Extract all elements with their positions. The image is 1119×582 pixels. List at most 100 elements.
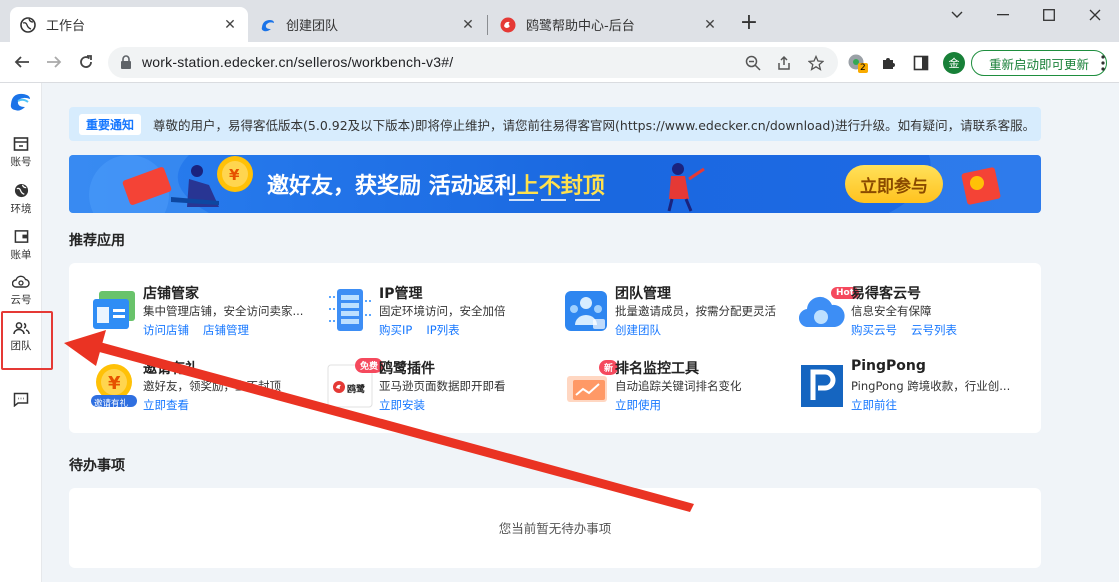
users-icon: [12, 321, 30, 334]
app-shop-manager[interactable]: 店铺管家 集中管理店铺，安全访问卖家... 访问店铺 店铺管理: [91, 281, 321, 343]
app-invite-gift[interactable]: ¥ 邀请有礼 邀请有礼 邀好友，领奖励，上不封顶 立即查看: [91, 356, 321, 418]
app-cloud-number[interactable]: Hot 易得客云号 信息安全有保障 购买云号 云号列表: [799, 281, 1029, 343]
important-notice: 重要通知 尊敬的用户，易得客低版本(5.0.92及以下版本)即将停止维护，请您前…: [69, 107, 1041, 141]
sidebar-item-messages[interactable]: [0, 379, 42, 423]
shop-manage-link[interactable]: 店铺管理: [203, 323, 249, 337]
tab-separator: [487, 15, 488, 35]
app-name: 邀请有礼: [143, 361, 199, 377]
cloud-number-list-link[interactable]: 云号列表: [911, 323, 957, 337]
back-button[interactable]: [10, 50, 34, 74]
banner-headline: 邀好友，获奖励 活动返利上不封顶: [267, 168, 605, 200]
invite-banner[interactable]: ¥ 邀好友，获奖励 活动返利上不封顶 立即参与: [69, 155, 1041, 213]
buy-ip-link[interactable]: 购买IP: [379, 323, 412, 337]
close-icon[interactable]: ✕: [702, 17, 718, 33]
oulu-logo-icon: [500, 17, 516, 32]
profile-avatar[interactable]: 金: [943, 52, 965, 74]
todo-empty-text: 您当前暂无待办事项: [498, 521, 612, 536]
svg-text:¥: ¥: [108, 373, 121, 394]
address-bar[interactable]: work-station.edecker.cn/selleros/workben…: [108, 47, 838, 78]
banner-text-prefix: 邀好友，获奖励: [267, 174, 429, 199]
server-icon: [329, 289, 371, 331]
tab-help-center[interactable]: 鸥鹭帮助中心-后台 ✕: [490, 7, 728, 42]
profile-initial: 金: [948, 57, 960, 70]
close-window-button[interactable]: [1072, 4, 1118, 26]
recommended-apps-title: 推荐应用: [69, 233, 125, 249]
sidebar-item-label: 环境: [10, 202, 32, 215]
app-desc: 信息安全有保障: [851, 304, 932, 318]
app-desc: 自动追踪关键词排名变化: [615, 379, 742, 393]
sidebar-item-label: 团队: [10, 339, 32, 352]
join-now-button[interactable]: 立即参与: [845, 165, 943, 203]
wallet-icon: [14, 229, 28, 243]
close-icon[interactable]: ✕: [222, 17, 238, 33]
share-icon[interactable]: [775, 54, 793, 72]
banner-text-highlight: 上不封顶: [516, 174, 605, 199]
side-panel-icon[interactable]: [911, 53, 931, 73]
globe-icon: [20, 16, 36, 33]
puzzle-icon[interactable]: [879, 53, 899, 73]
team-icon: [565, 291, 607, 331]
message-icon: [13, 392, 29, 407]
extension-icon[interactable]: 2: [847, 53, 868, 73]
sidebar-item-account[interactable]: 账号: [0, 131, 42, 175]
sidebar-item-billing[interactable]: 账单: [0, 223, 42, 267]
svg-text:¥: ¥: [229, 166, 240, 184]
close-icon[interactable]: ✕: [460, 17, 476, 33]
app-pingpong[interactable]: PingPong PingPong 跨境收款，行业创... 立即前往: [799, 356, 1029, 418]
tab-title: 工作台: [46, 19, 86, 34]
minimize-button[interactable]: [980, 4, 1026, 26]
bookmark-star-icon[interactable]: [807, 54, 825, 72]
install-now-link[interactable]: 立即安装: [379, 398, 425, 412]
app-sidebar: 账号 环境 账单 云号 团队: [0, 83, 42, 582]
buy-cloud-number-link[interactable]: 购买云号: [851, 323, 897, 337]
app-rank-monitor[interactable]: 新 排名监控工具 自动追踪关键词排名变化 立即使用: [563, 356, 793, 418]
browser-tab-strip: 工作台 ✕ 创建团队 ✕ 鸥鹭帮助中心-后台 ✕ +: [0, 0, 1119, 42]
visit-shop-link[interactable]: 访问店铺: [143, 323, 189, 337]
tab-title: 创建团队: [286, 19, 339, 34]
app-desc: 邀好友，领奖励，上不封顶: [143, 379, 281, 393]
use-now-link[interactable]: 立即使用: [615, 398, 661, 412]
more-menu-icon[interactable]: [1093, 53, 1113, 73]
notice-tag: 重要通知: [79, 113, 142, 135]
workbench-main: 重要通知 尊敬的用户，易得客低版本(5.0.92及以下版本)即将停止维护，请您前…: [42, 83, 1119, 582]
oulu-plugin-icon-text: 鸥鹭: [347, 385, 366, 395]
reload-button[interactable]: [74, 50, 98, 74]
app-desc: 集中管理店铺，安全访问卖家...: [143, 304, 304, 318]
view-now-link[interactable]: 立即查看: [143, 398, 189, 412]
app-ip-manager[interactable]: IP管理 固定环境访问，安全加倍 购买IP IP列表: [327, 281, 557, 343]
tab-workbench[interactable]: 工作台 ✕: [10, 7, 248, 42]
sidebar-item-cloud-number[interactable]: 云号: [0, 269, 42, 313]
app-oulu-plugin[interactable]: 鸥鹭 免费 鸥鹭插件 亚马逊页面数据即开即看 立即安装: [327, 356, 557, 418]
new-tab-button[interactable]: +: [738, 12, 760, 35]
forward-button[interactable]: [42, 50, 66, 74]
edecker-logo-icon: [261, 19, 274, 31]
app-name: 排名监控工具: [615, 361, 699, 377]
tab-title: 鸥鹭帮助中心-后台: [526, 19, 635, 34]
app-name: 易得客云号: [851, 286, 921, 302]
zoom-icon[interactable]: [744, 54, 762, 72]
app-name: 店铺管家: [143, 286, 199, 302]
tab-search-chevron-icon[interactable]: [934, 4, 980, 26]
ip-list-link[interactable]: IP列表: [426, 323, 459, 337]
app-team-manager[interactable]: 团队管理 批量邀请成员，按需分配更灵活 创建团队: [563, 281, 793, 343]
globe-icon: [14, 183, 28, 197]
reload-icon: [80, 55, 92, 68]
relaunch-update-button[interactable]: 重新启动即可更新: [971, 50, 1107, 76]
create-team-link[interactable]: 创建团队: [615, 323, 661, 337]
todo-title: 待办事项: [69, 458, 125, 474]
app-desc: 亚马逊页面数据即开即看: [379, 379, 506, 393]
lock-icon: [121, 55, 131, 69]
go-now-link[interactable]: 立即前往: [851, 398, 897, 412]
sidebar-item-label: 云号: [10, 294, 32, 306]
extension-badge: 2: [858, 63, 868, 73]
sidebar-item-label: 账单: [10, 248, 32, 261]
edecker-logo-icon[interactable]: [9, 91, 33, 117]
tab-create-team[interactable]: 创建团队 ✕: [250, 7, 486, 42]
maximize-button[interactable]: [1026, 4, 1072, 26]
app-desc: 批量邀请成员，按需分配更灵活: [615, 304, 776, 318]
sidebar-item-environment[interactable]: 环境: [0, 177, 42, 221]
sidebar-item-team[interactable]: 团队: [0, 315, 42, 359]
invite-gift-icon-text: 邀请有礼: [94, 399, 129, 409]
arrow-right-icon: [47, 56, 62, 68]
arrow-left-icon: [14, 56, 29, 68]
